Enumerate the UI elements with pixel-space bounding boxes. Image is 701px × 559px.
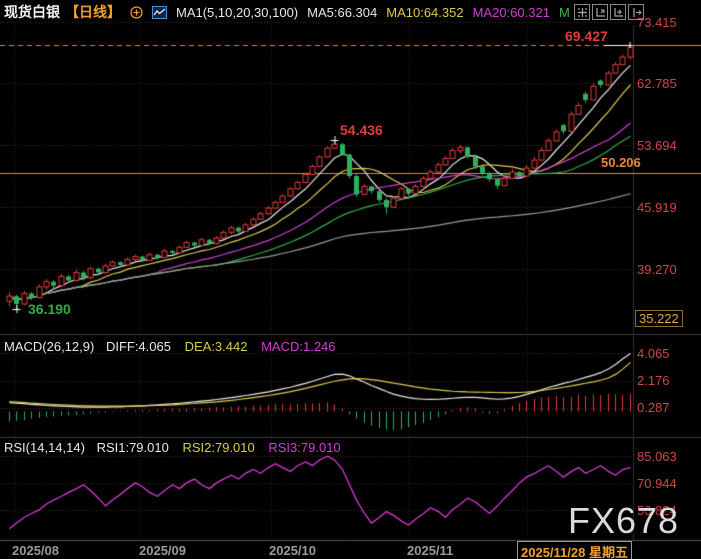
swing-high-tag: 54.436: [340, 122, 383, 138]
macd-header: MACD(26,12,9) DIFF:4.065 DEA:3.442 MACD:…: [4, 339, 336, 354]
rsi-axis-tick: 70.944: [637, 476, 677, 491]
ma10-value: MA10:64.352: [386, 5, 463, 20]
rsi-params-label: RSI(14,14,14): [4, 440, 85, 455]
y-axis-tick: 73.415: [637, 15, 677, 30]
y-axis-tick: 39.270: [637, 262, 677, 277]
instrument-title: 现货白银: [4, 2, 60, 22]
ma-settings-label: MA1(5,10,20,30,100): [176, 5, 298, 20]
pan-icon[interactable]: [574, 4, 590, 20]
x-axis-month: 2025/10: [269, 543, 316, 558]
zoom-x-axis-icon[interactable]: [610, 4, 626, 20]
level-line-tag: 50.206: [601, 155, 641, 170]
rsi1-value: RSI1:79.010: [97, 440, 169, 455]
swing-low-tag: 36.190: [28, 301, 71, 317]
macd-params-label: MACD(26,12,9): [4, 339, 94, 354]
macd-diff-value: DIFF:4.065: [106, 339, 171, 354]
x-axis-month: 2025/11: [407, 543, 453, 558]
y-axis-tick: 45.919: [637, 200, 677, 215]
macd-axis-tick: 4.065: [637, 346, 670, 361]
ma30-value-truncated: M: [559, 5, 570, 20]
rsi-header: RSI(14,14,14) RSI1:79.010 RSI2:79.010 RS…: [4, 440, 341, 455]
rsi-axis-tick: 85.063: [637, 449, 677, 464]
macd-dea-value: DEA:3.442: [185, 339, 248, 354]
chart-type-icon[interactable]: [152, 6, 167, 19]
y-axis-tick: 62.785: [637, 76, 677, 91]
zoom-y-axis-icon[interactable]: [592, 4, 608, 20]
fx678-watermark: FX678: [568, 500, 679, 542]
macd-axis-tick: 0.287: [637, 400, 670, 415]
macd-value: MACD:1.246: [261, 339, 335, 354]
y-axis-tick: 53.694: [637, 138, 677, 153]
macd-axis-tick: 2.176: [637, 373, 670, 388]
timeframe-label: 【日线】: [65, 2, 121, 22]
chart-canvas[interactable]: [0, 0, 701, 559]
current-date-badge: 2025/11/28 星期五: [517, 541, 632, 559]
x-axis-month: 2025/09: [139, 543, 186, 558]
chart-header-bar: 现货白银 【日线】 MA1(5,10,20,30,100) MA5:66.304…: [4, 3, 570, 21]
y-axis-low-badge: 35.222: [635, 310, 683, 327]
rsi2-value: RSI2:79.010: [182, 440, 254, 455]
session-high-tag: 69.427: [565, 28, 608, 44]
add-indicator-icon[interactable]: [130, 6, 143, 19]
chart-toolbar: [574, 4, 644, 20]
x-axis-month: 2025/08: [12, 543, 59, 558]
rsi3-value: RSI3:79.010: [268, 440, 340, 455]
trading-chart-window: 现货白银 【日线】 MA1(5,10,20,30,100) MA5:66.304…: [0, 0, 701, 559]
ma5-value: MA5:66.304: [307, 5, 377, 20]
ma20-value: MA20:60.321: [473, 5, 550, 20]
